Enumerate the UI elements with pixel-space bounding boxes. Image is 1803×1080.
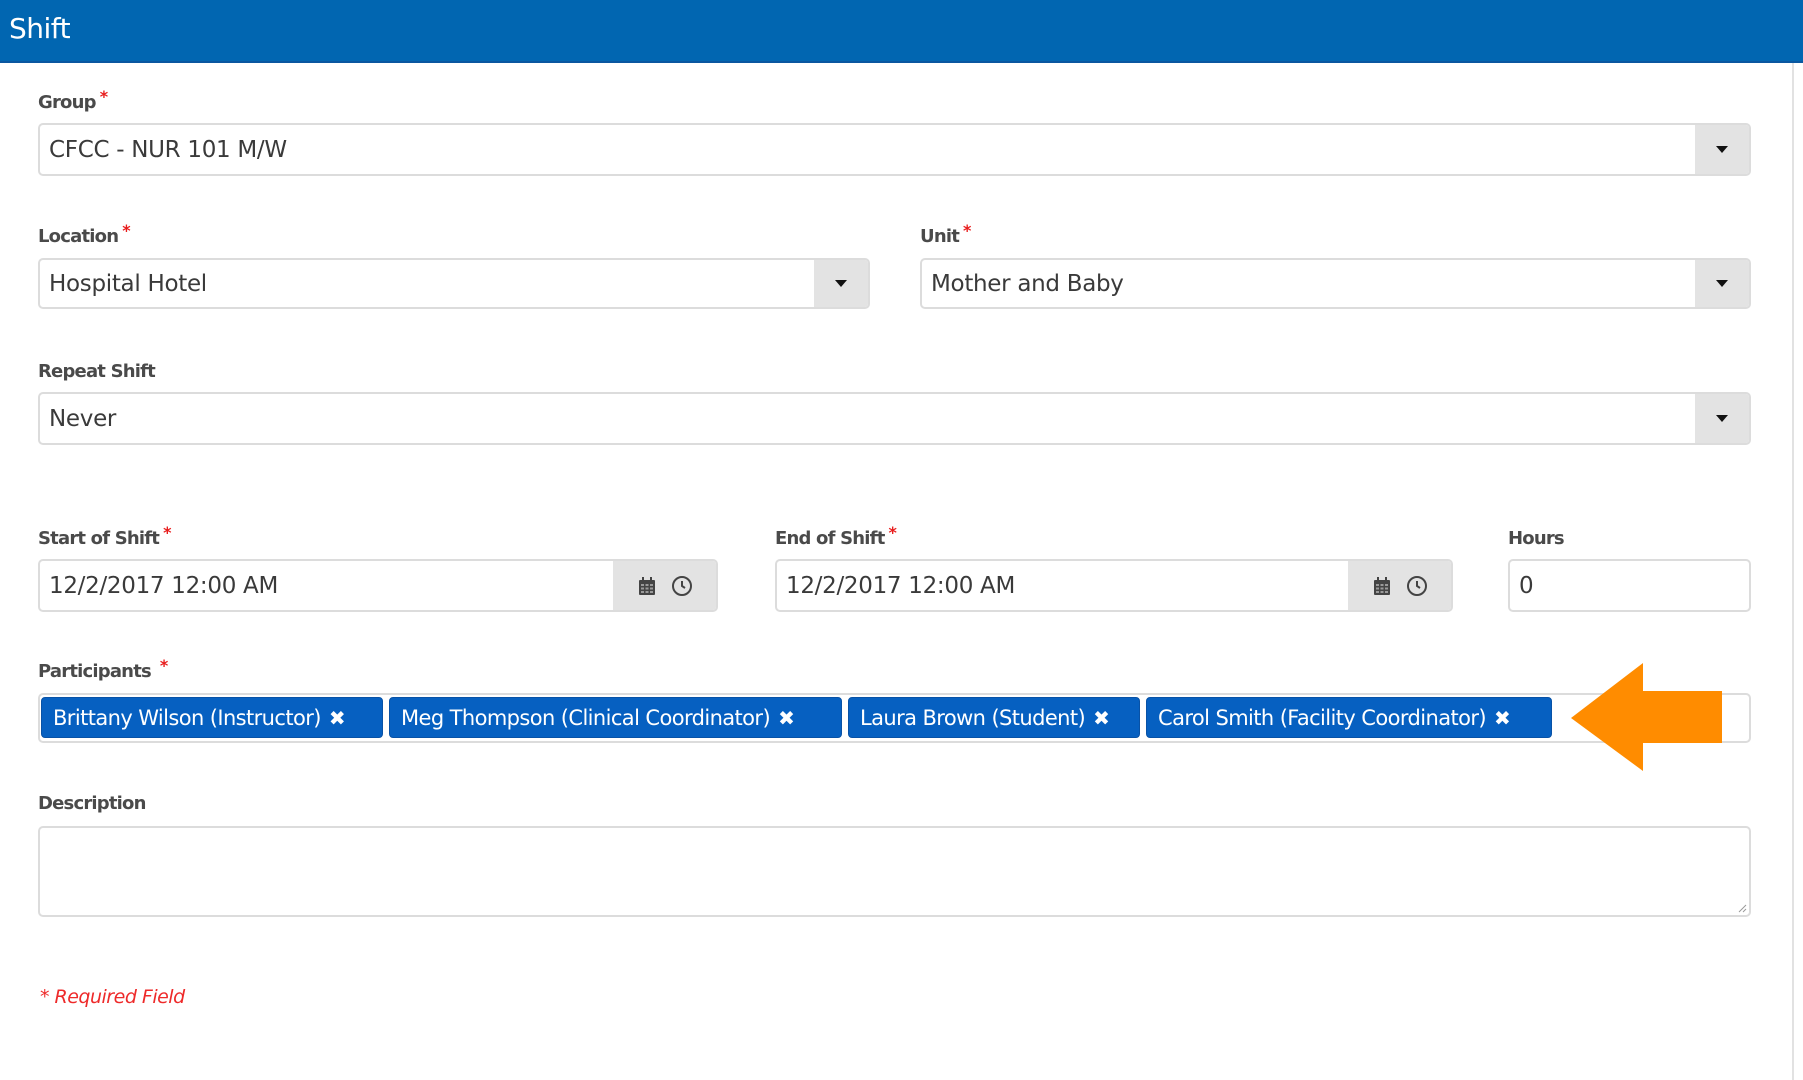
required-marker: * [122,221,130,240]
repeat-shift-dropdown-button[interactable] [1695,394,1749,443]
hours-value: 0 [1519,572,1534,599]
start-of-shift-input[interactable]: 12/2/2017 12:00 AM [38,559,718,612]
group-label-text: Group [38,92,97,113]
hours-label: Hours [1508,528,1565,549]
required-marker: * [159,656,168,675]
participant-tag: Carol Smith (Facility Coordinator) ✖ [1146,697,1552,738]
chevron-down-icon [1716,280,1728,287]
participants-label-text: Participants [38,661,152,682]
end-of-shift-input[interactable]: 12/2/2017 12:00 AM [775,559,1453,612]
required-field-note: * Required Field [40,986,185,1008]
calendar-icon[interactable] [1372,576,1392,596]
scrollbar-track[interactable] [1792,63,1794,1080]
required-marker: * [99,87,108,106]
repeat-shift-label: Repeat Shift [38,361,156,382]
required-marker: * [963,221,971,240]
end-of-shift-value: 12/2/2017 12:00 AM [786,572,1016,599]
hours-input[interactable]: 0 [1508,559,1751,612]
start-of-shift-label-text: Start of Shift [38,528,160,549]
repeat-shift-select[interactable]: Never [38,392,1751,445]
group-select-value: CFCC - NUR 101 M/W [49,136,287,163]
location-select[interactable]: Hospital Hotel [38,258,870,309]
remove-tag-icon[interactable]: ✖ [1494,706,1511,730]
hours-label-text: Hours [1508,528,1565,549]
start-of-shift-value: 12/2/2017 12:00 AM [49,572,279,599]
participant-tag: Brittany Wilson (Instructor) ✖ [41,697,383,738]
unit-label: Unit * [920,221,971,247]
clock-icon[interactable] [1406,575,1428,597]
end-of-shift-label: End of Shift * [775,523,897,549]
participant-tag: Meg Thompson (Clinical Coordinator) ✖ [389,697,842,738]
end-of-shift-label-text: End of Shift [775,528,885,549]
group-select[interactable]: CFCC - NUR 101 M/W [38,123,1751,176]
location-dropdown-button[interactable] [814,260,868,307]
calendar-icon[interactable] [637,576,657,596]
required-marker: * [888,523,897,542]
unit-select-value: Mother and Baby [931,270,1124,297]
participant-tag-label: Brittany Wilson (Instructor) [53,705,321,730]
location-label: Location * [38,221,131,247]
description-textarea[interactable] [38,826,1751,917]
description-label: Description [38,793,146,814]
chevron-down-icon [1716,415,1728,422]
participant-tag: Laura Brown (Student) ✖ [848,697,1140,738]
remove-tag-icon[interactable]: ✖ [778,706,795,730]
participant-tag-label: Carol Smith (Facility Coordinator) [1158,705,1487,730]
unit-label-text: Unit [920,226,960,247]
location-label-text: Location [38,226,119,247]
remove-tag-icon[interactable]: ✖ [329,706,346,730]
group-dropdown-button[interactable] [1695,125,1749,174]
chevron-down-icon [835,280,847,287]
required-marker: * [163,523,171,542]
start-of-shift-label: Start of Shift * [38,523,171,549]
dialog-title: Shift [9,12,71,45]
unit-dropdown-button[interactable] [1695,260,1749,307]
participants-label: Participants * [38,656,168,682]
left-arrow-icon [1571,663,1722,771]
location-select-value: Hospital Hotel [49,270,207,297]
clock-icon[interactable] [671,575,693,597]
remove-tag-icon[interactable]: ✖ [1093,706,1110,730]
participant-tag-label: Meg Thompson (Clinical Coordinator) [401,705,771,730]
repeat-shift-label-text: Repeat Shift [38,361,156,382]
group-label: Group * [38,87,108,113]
chevron-down-icon [1716,146,1728,153]
unit-select[interactable]: Mother and Baby [920,258,1751,309]
dialog-header: Shift [0,0,1803,63]
participant-tag-label: Laura Brown (Student) [860,705,1086,730]
resize-handle-icon[interactable] [1737,903,1747,913]
repeat-shift-value: Never [49,405,117,432]
description-label-text: Description [38,793,146,814]
start-of-shift-picker-addon [613,561,716,610]
end-of-shift-picker-addon [1348,561,1451,610]
